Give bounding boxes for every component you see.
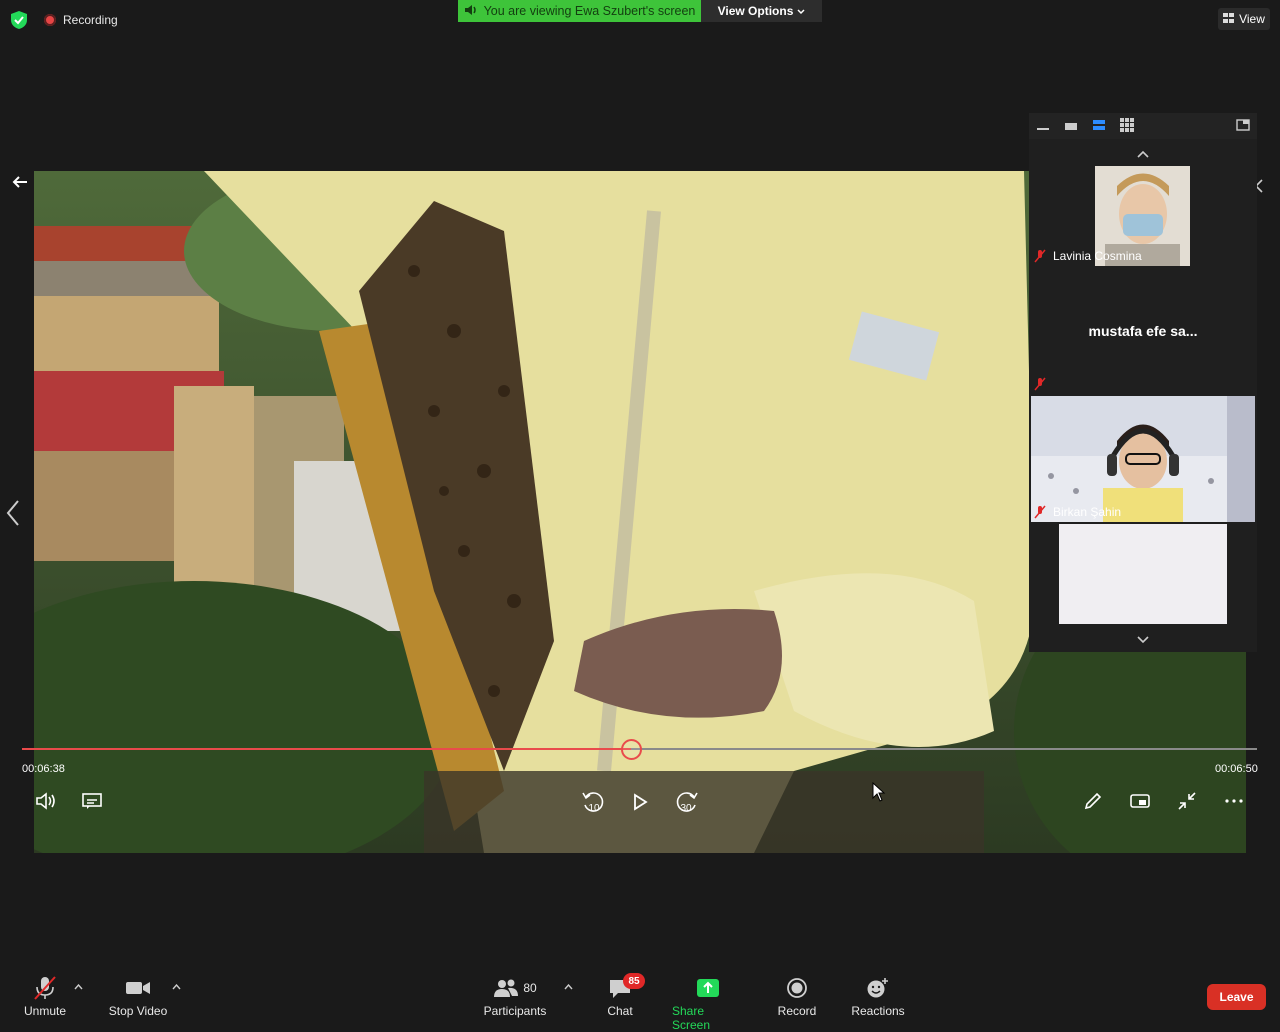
muted-mic-icon [1034, 377, 1046, 396]
current-time: 00:06:38 [22, 763, 65, 775]
muted-mic-icon [1034, 505, 1046, 524]
hide-video-layout-icon[interactable] [1036, 119, 1050, 138]
meeting-toolbar [0, 962, 1280, 1024]
previous-page-icon[interactable] [4, 498, 24, 528]
participant-name: Lavinia Cosmina [1053, 249, 1142, 263]
scroll-up-icon[interactable] [1137, 146, 1149, 158]
captions-icon[interactable] [79, 788, 105, 814]
stop-video-label: Stop Video [108, 1004, 168, 1018]
muted-microphone-icon [33, 975, 57, 1001]
security-shield-icon[interactable] [10, 10, 28, 30]
chat-unread-badge: 85 [623, 973, 645, 989]
scroll-down-icon[interactable] [1137, 632, 1149, 644]
banner-text: You are viewing Ewa Szubert's screen [483, 4, 696, 18]
annotate-pencil-icon[interactable] [1080, 788, 1106, 814]
speaker-icon [464, 4, 478, 19]
participant-name-tile[interactable]: mustafa efe sa... [1031, 268, 1255, 394]
picture-in-picture-icon[interactable] [1127, 788, 1153, 814]
recording-label: Recording [63, 13, 118, 27]
record-icon [786, 975, 808, 1001]
smiley-plus-icon [866, 975, 890, 1001]
mouse-cursor-icon [872, 781, 886, 807]
recording-indicator[interactable]: Recording [44, 10, 118, 30]
record-button[interactable]: Record [774, 975, 820, 1018]
participants-icon [494, 979, 519, 997]
participants-button[interactable]: 80 Participants [481, 975, 549, 1018]
recording-dot-icon [44, 14, 56, 26]
participant-name: Birkan Şahin [1053, 505, 1122, 519]
svg-text:30: 30 [680, 803, 692, 814]
participant-name: mustafa efe sa... [1088, 323, 1198, 339]
gallery-grid-icon[interactable] [1120, 118, 1134, 137]
svg-text:10: 10 [588, 803, 600, 814]
seek-bar-progress [22, 748, 631, 750]
participants-count: 80 [523, 981, 537, 995]
view-options-button[interactable]: View Options [701, 0, 822, 22]
participant-video-tile[interactable] [1059, 524, 1227, 624]
rewind-10-icon[interactable]: 10 [580, 789, 606, 815]
reactions-button[interactable]: Reactions [849, 975, 907, 1018]
video-options-caret-icon[interactable] [172, 982, 181, 993]
audio-options-caret-icon[interactable] [74, 982, 83, 993]
participants-label: Participants [483, 1004, 547, 1018]
stop-video-button[interactable]: Stop Video [106, 975, 170, 1018]
view-label: View [1239, 12, 1265, 26]
forward-30-icon[interactable]: 30 [674, 789, 700, 815]
unmute-label: Unmute [23, 1004, 67, 1018]
volume-icon[interactable] [33, 788, 59, 814]
unmute-button[interactable]: Unmute [22, 975, 68, 1018]
share-screen-label: Share Screen [672, 1004, 711, 1032]
more-options-icon[interactable] [1221, 788, 1247, 814]
exit-fullscreen-icon[interactable] [1174, 788, 1200, 814]
muted-mic-icon [1034, 249, 1046, 268]
pop-out-panel-icon[interactable] [1236, 118, 1250, 137]
leave-meeting-button[interactable]: Leave [1207, 984, 1266, 1010]
reactions-label: Reactions [851, 1004, 905, 1018]
play-icon[interactable] [627, 789, 653, 815]
record-label: Record [777, 1004, 817, 1018]
seek-bar-handle[interactable] [621, 739, 642, 760]
back-arrow-icon[interactable] [12, 175, 34, 195]
video-camera-icon [125, 975, 151, 1001]
speaker-layout-icon[interactable] [1064, 119, 1078, 138]
participants-icon-group: 80 [493, 975, 537, 1001]
side-by-side-layout-icon[interactable] [1092, 118, 1106, 137]
participants-options-caret-icon[interactable] [564, 982, 573, 993]
share-screen-icon [696, 975, 720, 1001]
chevron-down-icon [797, 4, 805, 18]
participant-video-image [1031, 396, 1255, 522]
grid-view-icon [1223, 12, 1235, 26]
screen-share-banner: You are viewing Ewa Szubert's screen [458, 0, 701, 22]
view-options-label: View Options [717, 4, 794, 18]
view-button[interactable]: View [1218, 8, 1270, 30]
total-time: 00:06:50 [1215, 763, 1258, 775]
share-screen-button[interactable]: Share Screen [672, 975, 744, 1032]
participant-video-tile[interactable] [1031, 396, 1255, 522]
chat-label: Chat [607, 1004, 633, 1018]
